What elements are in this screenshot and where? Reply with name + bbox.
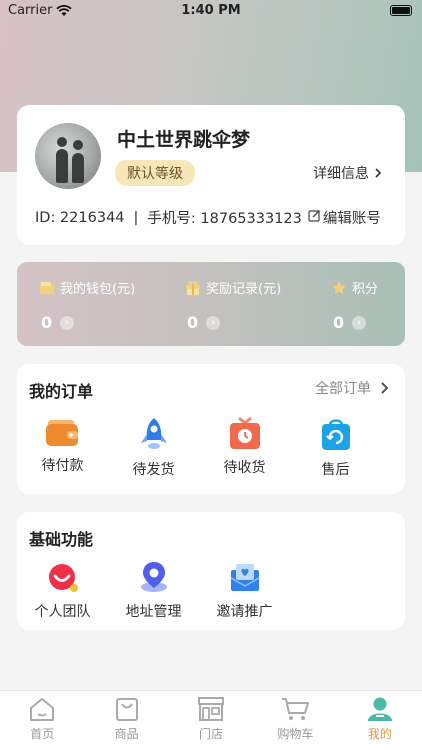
home-icon bbox=[30, 698, 55, 721]
user-icon bbox=[367, 697, 392, 721]
reward-value: 0 bbox=[187, 313, 199, 332]
order-after-sales[interactable]: 售后 bbox=[290, 416, 381, 479]
order-pending-shipment[interactable]: 待发货 bbox=[108, 416, 199, 479]
order-pending-receipt[interactable]: 待收货 bbox=[199, 416, 290, 479]
tab-bar: 首页 商品 门店 购物车 我的 bbox=[0, 690, 422, 750]
order-label: 售后 bbox=[321, 462, 350, 478]
tab-label: 首页 bbox=[30, 727, 55, 741]
tab-products[interactable]: 商品 bbox=[84, 691, 168, 750]
phone-number: 手机号: 18765333123 bbox=[147, 211, 302, 227]
functions-title: 基础功能 bbox=[29, 530, 94, 549]
user-id: ID: 2216344 bbox=[35, 209, 125, 226]
mail-heart-icon bbox=[230, 564, 259, 591]
team-face-icon bbox=[48, 564, 78, 592]
edit-icon[interactable] bbox=[308, 209, 321, 226]
account-info-row: ID: 2216344 | 手机号: 18765333123 编辑账号 bbox=[35, 207, 381, 228]
tab-cart[interactable]: 购物车 bbox=[253, 691, 337, 750]
points-label: 积分 bbox=[352, 282, 379, 297]
store-icon bbox=[198, 697, 225, 721]
cart-icon bbox=[282, 698, 310, 720]
tab-label: 购物车 bbox=[277, 727, 314, 741]
tab-mine[interactable]: 我的 bbox=[338, 691, 422, 750]
wallet-icon bbox=[40, 281, 54, 294]
chevron-right-icon: › bbox=[352, 315, 367, 330]
package-clock-icon bbox=[229, 416, 260, 449]
all-orders-link[interactable]: 全部订单 bbox=[315, 378, 389, 398]
location-icon bbox=[140, 562, 167, 592]
level-badge: 默认等级 bbox=[115, 160, 195, 186]
tab-home[interactable]: 首页 bbox=[0, 691, 84, 750]
reward-item[interactable]: 奖励记录(元) 0 › bbox=[185, 278, 281, 332]
rocket-icon bbox=[140, 418, 167, 449]
order-pending-payment[interactable]: 待付款 bbox=[17, 416, 108, 479]
wallet-pay-icon bbox=[45, 420, 78, 446]
shopping-bag-icon bbox=[115, 698, 138, 721]
order-label: 待发货 bbox=[132, 462, 175, 478]
wallet-value: 0 bbox=[41, 313, 53, 332]
gift-icon bbox=[186, 281, 200, 295]
function-label: 邀请推广 bbox=[216, 604, 273, 620]
orders-title: 我的订单 bbox=[29, 382, 94, 401]
detail-info-link[interactable]: 详细信息 bbox=[313, 163, 383, 183]
chevron-right-icon: › bbox=[60, 315, 75, 330]
tab-stores[interactable]: 门店 bbox=[169, 691, 253, 750]
battery-icon bbox=[390, 5, 412, 16]
bag-refresh-icon bbox=[321, 419, 350, 450]
chevron-right-icon bbox=[381, 382, 389, 394]
function-label: 地址管理 bbox=[125, 604, 182, 620]
star-icon bbox=[332, 281, 346, 294]
function-invite[interactable]: 邀请推广 bbox=[199, 560, 290, 621]
avatar[interactable] bbox=[35, 123, 101, 189]
order-label: 待收货 bbox=[223, 460, 266, 476]
wallet-banner: 我的钱包(元) 0 › 奖励记录(元) 0 › 积分 0 › bbox=[17, 262, 405, 346]
points-item[interactable]: 积分 0 › bbox=[331, 278, 378, 332]
chevron-right-icon: › bbox=[206, 315, 221, 330]
function-address[interactable]: 地址管理 bbox=[108, 560, 199, 621]
detail-info-label: 详细信息 bbox=[313, 166, 369, 182]
wallet-item[interactable]: 我的钱包(元) 0 › bbox=[39, 278, 135, 332]
edit-account-link[interactable]: 编辑账号 bbox=[323, 207, 381, 228]
order-label: 待付款 bbox=[41, 458, 84, 474]
chevron-right-icon bbox=[375, 168, 382, 178]
tab-label: 我的 bbox=[367, 727, 392, 741]
tab-label: 门店 bbox=[199, 727, 224, 741]
reward-label: 奖励记录(元) bbox=[206, 282, 282, 297]
status-bar: Carrier 1:40 PM bbox=[0, 0, 422, 22]
all-orders-label: 全部订单 bbox=[315, 381, 371, 397]
status-time: 1:40 PM bbox=[181, 3, 241, 18]
profile-card: 中土世界跳伞梦 默认等级 详细信息 ID: 2216344 | 手机号: 187… bbox=[17, 105, 405, 245]
orders-card: 我的订单 全部订单 待付款 待发货 待收货 售后 bbox=[17, 364, 405, 494]
points-value: 0 bbox=[333, 313, 345, 332]
tab-label: 商品 bbox=[114, 727, 139, 741]
separator: | bbox=[133, 209, 139, 226]
functions-card: 基础功能 个人团队 地址管理 邀请推广 bbox=[17, 512, 405, 630]
username: 中土世界跳伞梦 bbox=[117, 129, 251, 151]
function-label: 个人团队 bbox=[34, 604, 91, 620]
function-team[interactable]: 个人团队 bbox=[17, 560, 108, 621]
wallet-label: 我的钱包(元) bbox=[60, 282, 136, 297]
